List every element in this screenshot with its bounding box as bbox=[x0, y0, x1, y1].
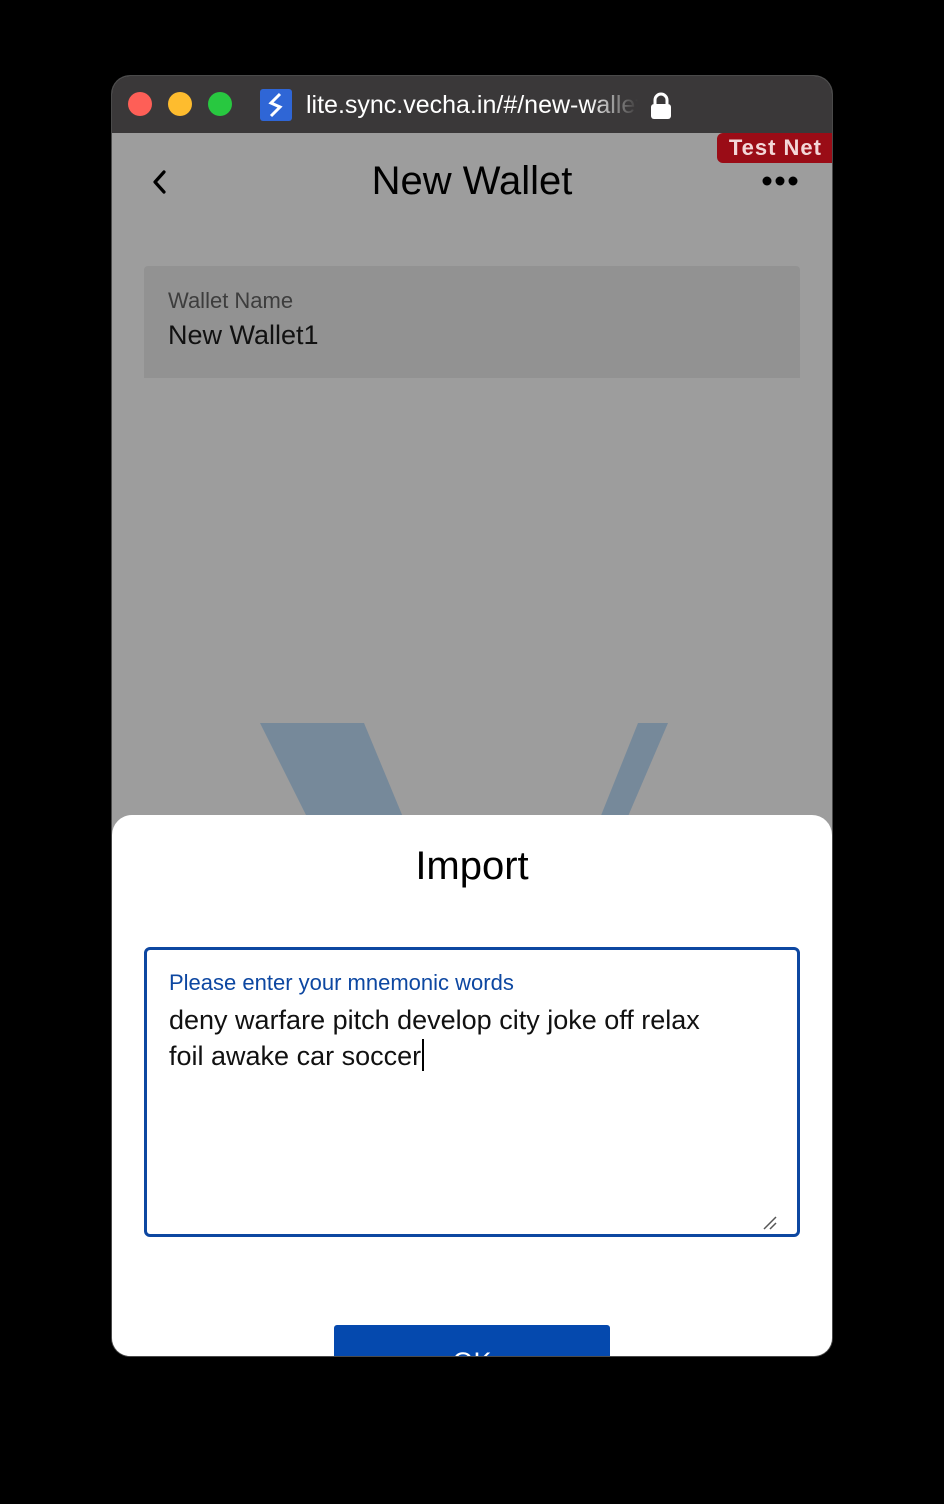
sync-logo-icon bbox=[260, 89, 292, 121]
import-dialog: Import Please enter your mnemonic words … bbox=[112, 815, 832, 1356]
close-window-button[interactable] bbox=[128, 92, 152, 116]
lock-icon bbox=[650, 92, 672, 120]
text-caret bbox=[422, 1039, 425, 1071]
wallet-name-field[interactable]: Wallet Name New Wallet1 bbox=[144, 266, 800, 378]
maximize-window-button[interactable] bbox=[208, 92, 232, 116]
dialog-title: Import bbox=[415, 844, 529, 888]
more-button[interactable] bbox=[762, 172, 798, 190]
more-horizontal-icon bbox=[762, 176, 798, 186]
browser-window: lite.sync.vecha.in/#/new-wallet Test Net… bbox=[112, 76, 832, 1356]
mnemonic-textarea[interactable]: Please enter your mnemonic words deny wa… bbox=[144, 947, 800, 1237]
resize-handle-icon[interactable] bbox=[763, 1216, 777, 1230]
mnemonic-value: deny warfare pitch develop city joke off… bbox=[169, 1005, 700, 1071]
title-bar: lite.sync.vecha.in/#/new-wallet bbox=[112, 76, 832, 133]
wallet-name-label: Wallet Name bbox=[168, 288, 294, 313]
ok-button[interactable]: OK bbox=[334, 1325, 610, 1356]
minimize-window-button[interactable] bbox=[168, 92, 192, 116]
page-title: New Wallet bbox=[371, 159, 573, 203]
mnemonic-label: Please enter your mnemonic words bbox=[169, 970, 514, 995]
wallet-name-value: New Wallet1 bbox=[168, 320, 319, 350]
app-view: Test Net New Wallet Wallet Name New Wall… bbox=[112, 133, 832, 1356]
address-bar[interactable]: lite.sync.vecha.in/#/new-wallet bbox=[306, 89, 638, 121]
